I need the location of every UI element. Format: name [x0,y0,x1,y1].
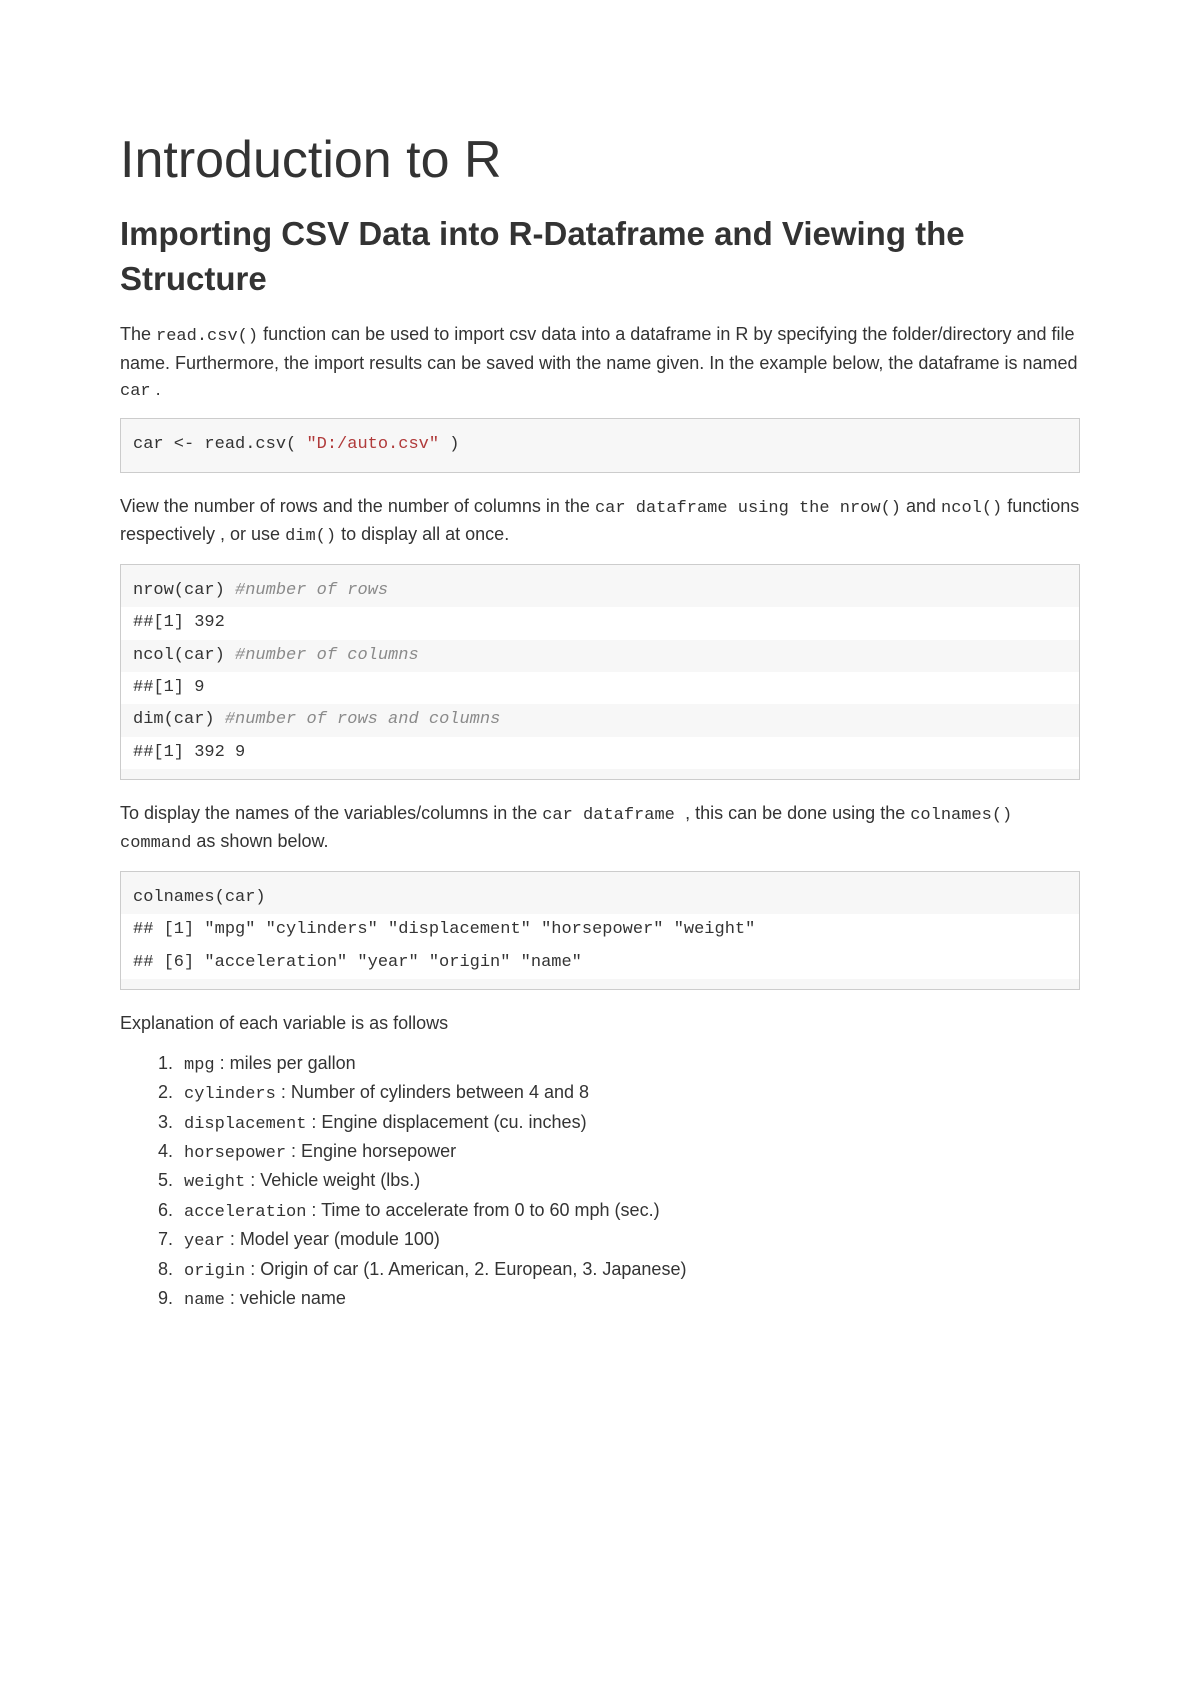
var-desc: : Time to accelerate from 0 to 60 mph (s… [306,1200,659,1220]
code-output: ##[1] 9 [121,672,1079,704]
code-output: ## [6] "acceleration" "year" "origin" "n… [121,947,1079,979]
code-block-colnames: colnames(car)## [1] "mpg" "cylinders" "d… [120,871,1080,990]
var-name: displacement [184,1115,306,1134]
list-item: cylinders : Number of cylinders between … [178,1079,1080,1108]
var-name: acceleration [184,1203,306,1222]
code-comment: #number of columns [235,646,419,665]
var-name: mpg [184,1056,215,1075]
list-item: year : Model year (module 100) [178,1226,1080,1255]
code-text: car <- read.csv( [133,435,306,454]
variable-list: mpg : miles per gallon cylinders : Numbe… [120,1050,1080,1314]
code-string: "D:/auto.csv" [306,435,439,454]
var-desc: : vehicle name [225,1288,346,1308]
code-text: ncol(car) [133,646,235,665]
inline-code-readcsv: read.csv() [156,327,258,346]
var-name: year [184,1232,225,1251]
text: . [151,379,161,399]
code-comment: #number of rows and columns [225,710,500,729]
page-title: Introduction to R [120,130,1080,190]
code-output: ## [1] "mpg" "cylinders" "displacement" … [121,914,1079,946]
code-text: dim(car) [133,710,225,729]
text: The [120,324,156,344]
var-desc: : Number of cylinders between 4 and 8 [276,1082,589,1102]
var-desc: : Engine horsepower [286,1141,456,1161]
var-name: origin [184,1262,245,1281]
code-output: ##[1] 392 [121,607,1079,639]
list-item: weight : Vehicle weight (lbs.) [178,1167,1080,1196]
var-name: name [184,1291,225,1310]
var-desc: : miles per gallon [215,1053,356,1073]
code-output: ##[1] 392 9 [121,737,1079,769]
code-comment: #number of rows [235,581,388,600]
code-line: dim(car) #number of rows and columns [133,704,1067,736]
inline-code: car dataframe using the nrow() [595,499,901,518]
list-item: displacement : Engine displacement (cu. … [178,1109,1080,1138]
var-desc: : Engine displacement (cu. inches) [306,1112,586,1132]
text: function can be used to import csv data … [120,324,1078,373]
var-name: horsepower [184,1144,286,1163]
document-page: Introduction to R Importing CSV Data int… [0,0,1200,1394]
code-text: ) [439,435,459,454]
intro-paragraph: The read.csv() function can be used to i… [120,321,1080,404]
code-text: nrow(car) [133,581,235,600]
code-block-dims: nrow(car) #number of rows##[1] 392ncol(c… [120,564,1080,780]
var-desc: : Origin of car (1. American, 2. Europea… [245,1259,686,1279]
list-item: horsepower : Engine horsepower [178,1138,1080,1167]
list-item: origin : Origin of car (1. American, 2. … [178,1256,1080,1285]
text: and [901,496,941,516]
text: , this can be done using the [685,803,910,823]
inline-code-dim: dim() [285,527,336,546]
section-heading: Importing CSV Data into R-Dataframe and … [120,212,1080,301]
inline-code-ncol: ncol() [941,499,1002,518]
list-item: acceleration : Time to accelerate from 0… [178,1197,1080,1226]
inline-code-car: car [120,382,151,401]
code-block-readcsv: car <- read.csv( "D:/auto.csv" ) [120,418,1080,472]
var-name: weight [184,1173,245,1192]
explanation-label: Explanation of each variable is as follo… [120,1010,1080,1036]
paragraph-colnames: To display the names of the variables/co… [120,800,1080,857]
var-desc: : Model year (module 100) [225,1229,440,1249]
paragraph-dims: View the number of rows and the number o… [120,493,1080,550]
text: to display all at once. [336,524,509,544]
var-desc: : Vehicle weight (lbs.) [245,1170,420,1190]
text: To display the names of the variables/co… [120,803,542,823]
code-line: ncol(car) #number of columns [133,640,1067,672]
inline-code: car dataframe [542,806,685,825]
list-item: mpg : miles per gallon [178,1050,1080,1079]
code-line: nrow(car) #number of rows [133,575,1067,607]
list-item: name : vehicle name [178,1285,1080,1314]
text: as shown below. [191,831,328,851]
text: View the number of rows and the number o… [120,496,595,516]
var-name: cylinders [184,1085,276,1104]
code-line: colnames(car) [133,882,1067,914]
